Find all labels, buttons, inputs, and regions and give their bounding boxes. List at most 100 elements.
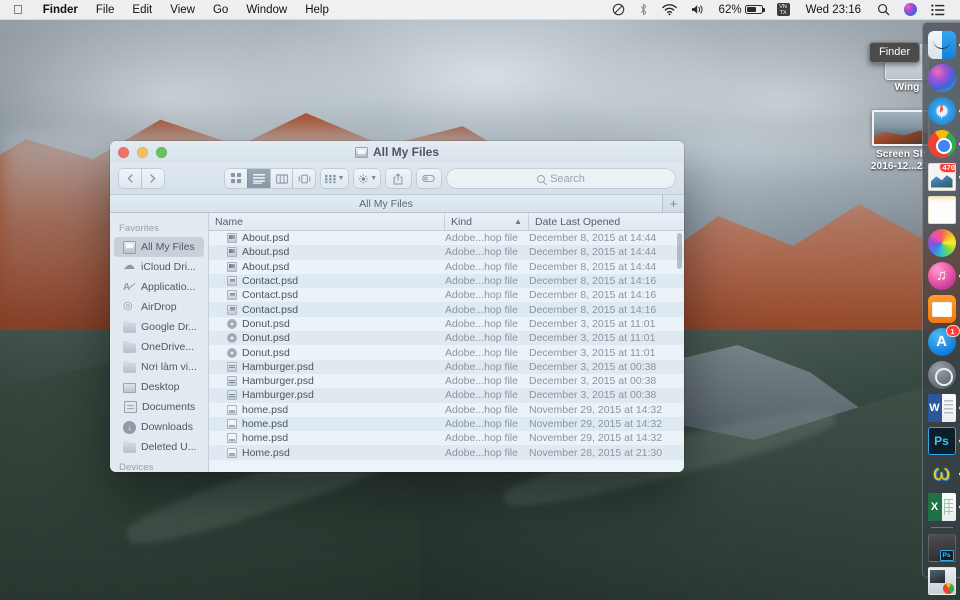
table-row[interactable]: About.psd Adobe...hop file December 8, 2…: [209, 245, 684, 259]
file-kind-cell: Adobe...hop file: [445, 289, 529, 301]
contact-psd-icon: [227, 276, 237, 286]
sidebar-item-applications[interactable]: Applicatio...: [114, 277, 204, 297]
back-button[interactable]: [119, 169, 141, 188]
siri-icon[interactable]: [897, 0, 924, 19]
dock-item-app-store[interactable]: 1: [927, 327, 957, 357]
column-header-date-last-opened[interactable]: Date Last Opened: [529, 213, 684, 230]
sidebar-item-airdrop[interactable]: AirDrop: [114, 297, 204, 317]
home-psd-icon: [227, 405, 237, 415]
table-row[interactable]: Contact.psd Adobe...hop file December 8,…: [209, 302, 684, 316]
menu-item-edit[interactable]: Edit: [123, 0, 161, 19]
table-row[interactable]: About.psd Adobe...hop file December 8, 2…: [209, 260, 684, 274]
zoom-button[interactable]: [156, 147, 167, 158]
spotlight-search-icon[interactable]: [870, 0, 897, 19]
table-row[interactable]: home.psd Adobe...hop file November 29, 2…: [209, 417, 684, 431]
new-tab-button[interactable]: +: [662, 195, 684, 212]
dock-item-photo-booth[interactable]: [927, 228, 957, 258]
contact-psd-icon: [227, 305, 237, 315]
home-psd-icon: [227, 433, 237, 443]
menu-item-go[interactable]: Go: [204, 0, 237, 19]
table-row[interactable]: About.psd Adobe...hop file December 8, 2…: [209, 231, 684, 245]
menu-item-finder[interactable]: Finder: [34, 0, 87, 19]
table-row[interactable]: Hamburger.psd Adobe...hop file December …: [209, 374, 684, 388]
dock-item-chrome[interactable]: [927, 129, 957, 159]
sidebar-item-icloud-drive[interactable]: iCloud Dri...: [114, 257, 204, 277]
sidebar-item-all-my-files[interactable]: All My Files: [114, 237, 204, 257]
table-row[interactable]: home.psd Adobe...hop file November 29, 2…: [209, 403, 684, 417]
dock-item-system-preferences[interactable]: [927, 360, 957, 390]
close-button[interactable]: [118, 147, 129, 158]
battery-status[interactable]: 62%: [712, 0, 770, 19]
coverflow-view-icon[interactable]: [292, 169, 315, 188]
table-row[interactable]: Donut.psd Adobe...hop file December 3, 2…: [209, 345, 684, 359]
dock-item-excel[interactable]: [927, 492, 957, 522]
column-header-label: Kind: [451, 216, 472, 228]
search-input[interactable]: Search: [447, 169, 675, 188]
dock-item-notes[interactable]: [927, 195, 957, 225]
column-header-kind[interactable]: Kind ▲: [445, 213, 529, 230]
do-not-disturb-icon[interactable]: [605, 0, 632, 19]
apple-logo-icon[interactable]: : [0, 0, 34, 19]
volume-icon[interactable]: [684, 0, 712, 19]
table-row[interactable]: Home.psd Adobe...hop file November 28, 2…: [209, 445, 684, 459]
dock-item-itunes[interactable]: [927, 261, 957, 291]
table-row[interactable]: Contact.psd Adobe...hop file December 8,…: [209, 274, 684, 288]
table-row[interactable]: home.psd Adobe...hop file November 29, 2…: [209, 431, 684, 445]
sidebar-item-desktop[interactable]: Desktop: [114, 377, 204, 397]
table-row[interactable]: Donut.psd Adobe...hop file December 3, 2…: [209, 317, 684, 331]
finder-window[interactable]: All My Files: [110, 141, 684, 472]
menu-item-view[interactable]: View: [161, 0, 204, 19]
action-menu-button[interactable]: ▼: [354, 169, 381, 188]
photoshop-icon: [928, 427, 956, 455]
sidebar-item-label: Documents: [142, 401, 195, 413]
sidebar-item-documents[interactable]: Documents: [114, 397, 204, 417]
column-header-name[interactable]: Name: [209, 213, 445, 230]
dock-item-finder[interactable]: [927, 30, 957, 60]
sidebar-item-deleted-users[interactable]: Deleted U...: [114, 437, 204, 457]
file-kind-cell: Adobe...hop file: [445, 432, 529, 444]
system-preferences-icon: [928, 361, 956, 389]
menu-item-file[interactable]: File: [87, 0, 124, 19]
dock-item-safari[interactable]: [927, 96, 957, 126]
forward-button[interactable]: [141, 169, 164, 188]
menu-bar-left:  Finder File Edit View Go Window Help: [0, 0, 338, 19]
menu-item-help[interactable]: Help: [296, 0, 338, 19]
dock-item-unikey[interactable]: [927, 459, 957, 489]
file-kind-cell: Adobe...hop file: [445, 318, 529, 330]
minimize-button[interactable]: [137, 147, 148, 158]
tags-icon[interactable]: [417, 169, 441, 188]
list-view-icon[interactable]: [247, 169, 270, 188]
dock-item-ibooks[interactable]: [927, 294, 957, 324]
dock-minimized-photoshop[interactable]: [927, 533, 957, 563]
dock-item-word[interactable]: [927, 393, 957, 423]
input-method-icon[interactable]: VNTX: [770, 0, 797, 19]
dock-item-photos[interactable]: 470: [927, 162, 957, 192]
sidebar-item-downloads[interactable]: Downloads: [114, 417, 204, 437]
share-icon[interactable]: [386, 169, 410, 188]
file-name-cell: Contact.psd: [209, 304, 445, 316]
word-icon: [928, 394, 956, 422]
sidebar-item-google-drive[interactable]: Google Dr...: [114, 317, 204, 337]
column-view-icon[interactable]: [270, 169, 293, 188]
menu-item-window[interactable]: Window: [237, 0, 296, 19]
menu-bar-clock[interactable]: Wed 23:16: [797, 4, 870, 16]
table-row[interactable]: Hamburger.psd Adobe...hop file December …: [209, 388, 684, 402]
tab-all-my-files[interactable]: All My Files: [110, 195, 662, 212]
sidebar-item-noi-lam-viec[interactable]: Nơi làm vi...: [114, 357, 204, 377]
sidebar-item-onedrive[interactable]: OneDrive...: [114, 337, 204, 357]
finder-title-bar[interactable]: All My Files: [110, 141, 684, 163]
vertical-scrollbar[interactable]: [677, 233, 682, 269]
dock-item-photoshop[interactable]: [927, 426, 957, 456]
icon-view-icon[interactable]: [225, 169, 247, 188]
dock-item-siri[interactable]: [927, 63, 957, 93]
arrange-by-button[interactable]: ▼: [321, 169, 348, 188]
table-row[interactable]: Contact.psd Adobe...hop file December 8,…: [209, 288, 684, 302]
notification-center-icon[interactable]: [924, 0, 952, 19]
table-row[interactable]: Donut.psd Adobe...hop file December 3, 2…: [209, 331, 684, 345]
table-row[interactable]: Hamburger.psd Adobe...hop file December …: [209, 360, 684, 374]
bluetooth-icon[interactable]: [632, 0, 655, 19]
excel-icon: [928, 493, 956, 521]
dock-minimized-browser[interactable]: [927, 566, 957, 596]
desktop-icon: [123, 383, 136, 393]
wifi-icon[interactable]: [655, 0, 684, 19]
